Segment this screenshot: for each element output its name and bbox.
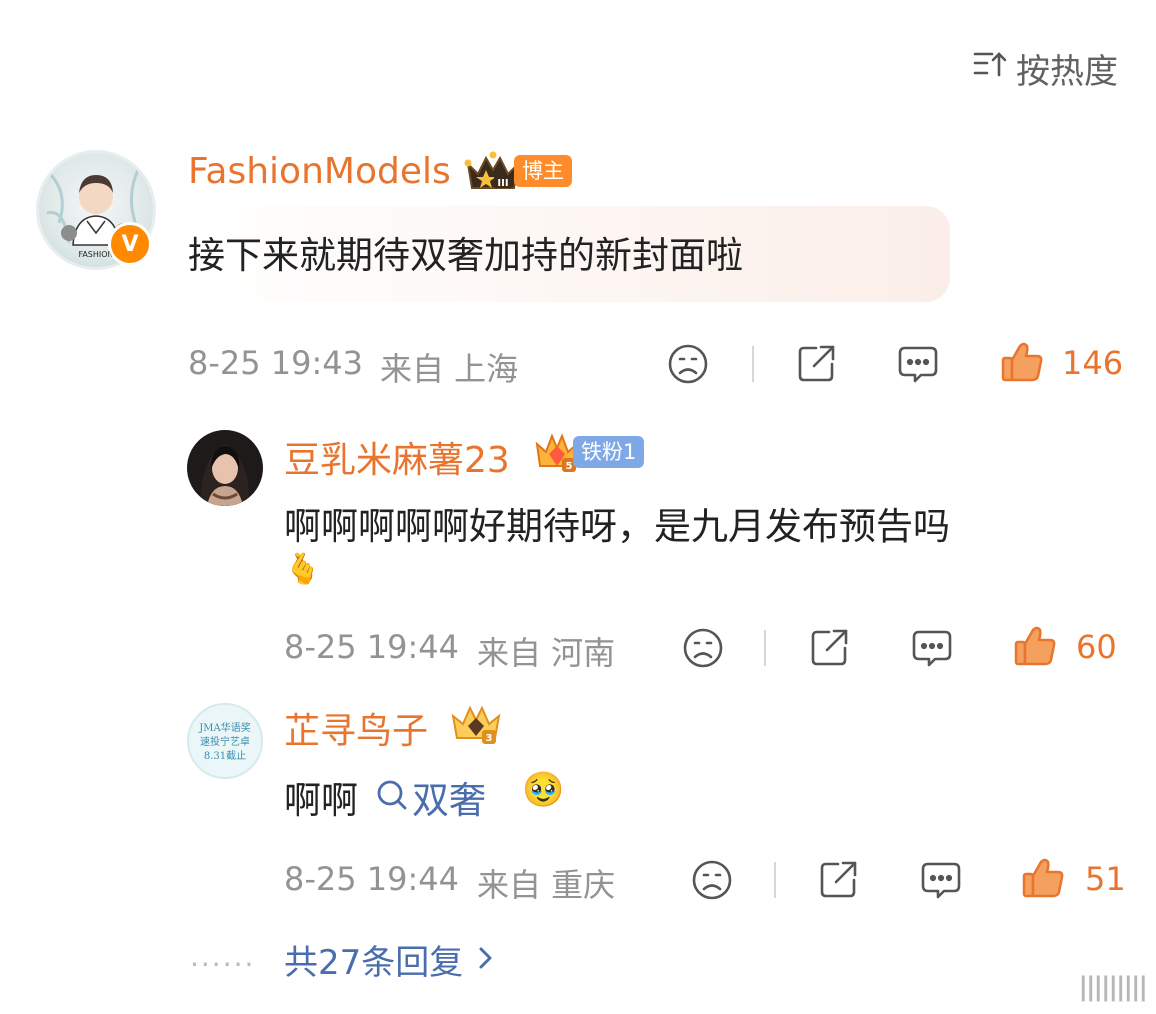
crown-badge-icon: 3 (450, 702, 502, 746)
comment-icon[interactable] (897, 343, 939, 385)
reply-username[interactable]: 芷寻鸟子 (284, 702, 428, 754)
more-replies-link[interactable]: 共27条回复 (284, 935, 495, 984)
reply-location: 来自 重庆 (477, 866, 616, 904)
like-icon[interactable] (1000, 340, 1044, 384)
comment-icon[interactable] (920, 859, 962, 901)
like-count: 60 (1076, 628, 1117, 666)
like-icon[interactable] (1021, 856, 1065, 900)
svg-text:JMA华语奖: JMA华语奖 (198, 721, 250, 734)
watermark: ||||||||| (1078, 972, 1148, 1002)
more-replies-dots: ...... (190, 940, 256, 973)
comment-text: 接下来就期待双奢加持的新封面啦 (188, 234, 743, 277)
verified-badge-icon: V (108, 222, 152, 266)
blogger-badge: 博主 (514, 155, 572, 187)
comment-time: 8-25 19:43 (188, 344, 364, 382)
svg-text:3: 3 (486, 733, 493, 744)
reply-time: 8-25 19:44 (284, 628, 460, 666)
chevron-right-icon (475, 944, 495, 976)
heart-hands-emoji-icon: 🫰 (284, 552, 322, 587)
reply-location: 来自 河南 (477, 634, 616, 672)
like-icon[interactable] (1013, 624, 1057, 668)
action-divider (752, 346, 754, 382)
comment-location: 来自 上海 (380, 350, 519, 388)
sort-label: 按热度 (1016, 52, 1118, 92)
svg-text:5: 5 (566, 461, 573, 472)
svg-text:III: III (497, 178, 508, 189)
reply-text-prefix: 啊啊 (284, 779, 358, 822)
reply-avatar[interactable] (187, 430, 263, 506)
reply-avatar[interactable]: JMA华语奖 速投宁艺卓 8.31截止 (187, 703, 263, 779)
action-divider (774, 862, 776, 898)
comment-icon[interactable] (911, 627, 953, 669)
reply-time: 8-25 19:44 (284, 860, 460, 898)
username[interactable]: FashionModels (188, 151, 451, 192)
reply-text: 啊啊啊啊啊好期待呀，是九月发布预告吗 (284, 505, 950, 548)
holding-back-tears-emoji-icon: 🥹 (522, 770, 565, 810)
like-count: 146 (1062, 344, 1124, 382)
svg-text:速投宁艺卓: 速投宁艺卓 (200, 735, 250, 748)
dislike-face-icon[interactable] (667, 343, 709, 385)
dislike-face-icon[interactable] (682, 627, 724, 669)
dislike-face-icon[interactable] (691, 859, 733, 901)
fan-badge: 铁粉1 (573, 436, 645, 468)
sort-by-hot-button[interactable]: 按热度 (972, 44, 1118, 93)
reply-username[interactable]: 豆乳米麻薯23 (284, 431, 510, 483)
topic-link[interactable]: 双奢 (374, 770, 486, 824)
topic-text: 双奢 (412, 779, 486, 822)
svg-text:8.31截止: 8.31截止 (204, 749, 246, 762)
search-icon (374, 777, 410, 817)
sort-icon (972, 46, 1008, 91)
share-icon[interactable] (809, 626, 851, 668)
action-divider (764, 630, 766, 666)
share-icon[interactable] (818, 858, 860, 900)
more-replies-label: 共27条回复 (284, 943, 464, 983)
share-icon[interactable] (796, 342, 838, 384)
like-count: 51 (1085, 860, 1126, 898)
